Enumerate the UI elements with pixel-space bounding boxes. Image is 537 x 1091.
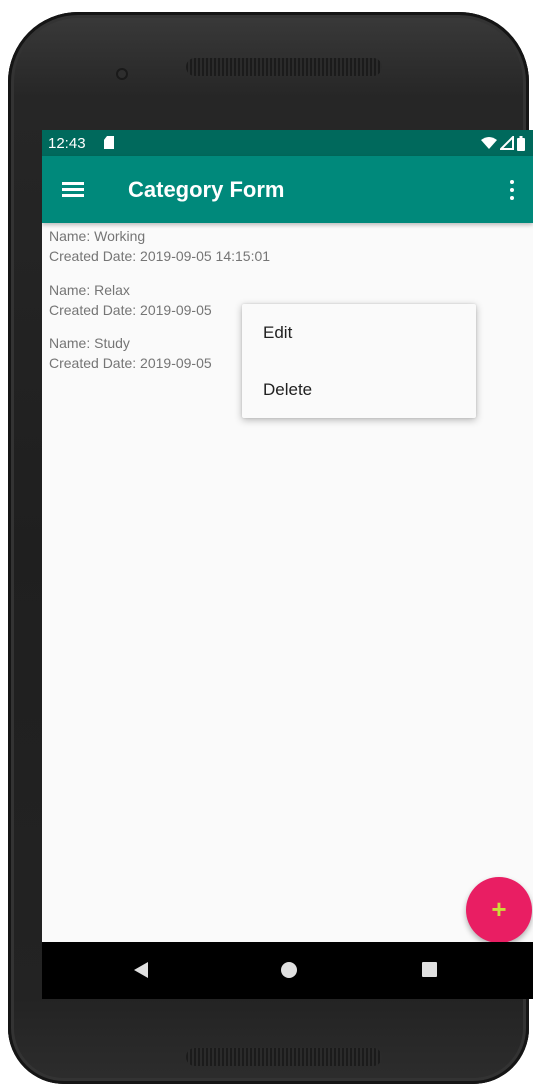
status-bar: 12:43 (42, 130, 533, 156)
category-name: Name: Working (49, 228, 146, 244)
menu-icon[interactable] (62, 182, 84, 198)
list-item-study[interactable]: Name: Study Created Date: 2019-09-05 (49, 333, 212, 373)
list-item-working[interactable]: Name: Working Created Date: 2019-09-05 1… (49, 226, 270, 266)
status-icons (481, 135, 525, 151)
category-created-date: Created Date: 2019-09-05 (49, 355, 212, 371)
earpiece-speaker (186, 58, 382, 76)
status-time: 12:43 (48, 135, 86, 152)
category-name: Name: Study (49, 335, 130, 351)
menu-item-edit-label: Edit (263, 323, 293, 342)
home-icon[interactable] (281, 962, 297, 978)
phone-frame: 12:43 Category Form Name: Working Create… (8, 12, 533, 1084)
menu-item-delete-label: Delete (263, 380, 313, 399)
list-item-relax[interactable]: Name: Relax Created Date: 2019-09-05 (49, 280, 212, 320)
sd-card-icon (104, 136, 114, 149)
recents-icon[interactable] (422, 962, 437, 977)
signal-icon (500, 136, 514, 150)
category-created-date: Created Date: 2019-09-05 (49, 302, 212, 318)
context-menu: Edit Delete (242, 304, 476, 418)
navigation-bar (42, 942, 533, 999)
menu-item-edit[interactable]: Edit (242, 308, 476, 358)
page-title: Category Form (128, 177, 285, 202)
overflow-menu-icon[interactable] (509, 180, 515, 200)
add-category-button[interactable]: + (466, 877, 532, 943)
add-icon: + (491, 894, 507, 924)
menu-item-delete[interactable]: Delete (242, 365, 476, 415)
wifi-icon (481, 136, 497, 149)
back-icon[interactable] (134, 962, 148, 978)
category-name: Name: Relax (49, 282, 130, 298)
device-screen: 12:43 Category Form Name: Working Create… (42, 130, 533, 999)
front-camera (116, 68, 128, 80)
app-bar: Category Form (42, 156, 533, 223)
bottom-speaker (186, 1048, 382, 1066)
battery-icon (517, 135, 525, 151)
category-created-date: Created Date: 2019-09-05 14:15:01 (49, 248, 271, 264)
